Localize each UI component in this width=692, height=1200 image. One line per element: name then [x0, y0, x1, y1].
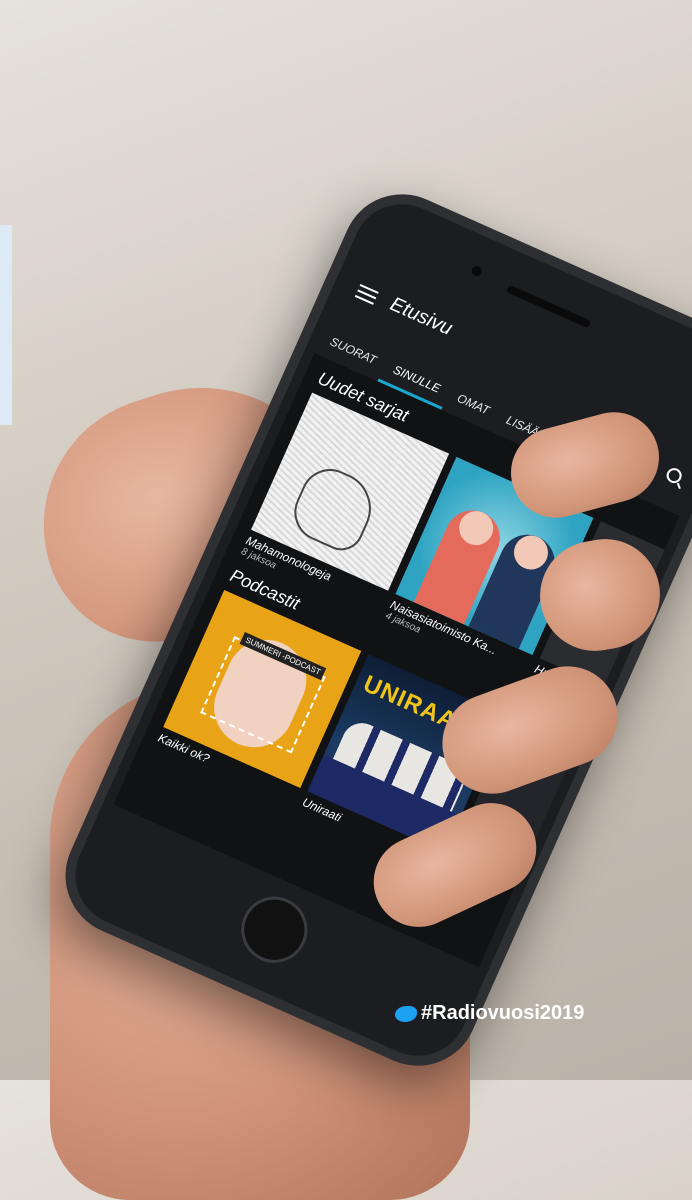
twitter-bird-icon — [395, 1005, 417, 1022]
front-camera — [470, 264, 484, 278]
home-button — [230, 886, 318, 974]
earpiece-speaker — [505, 284, 592, 329]
photo-scene: Etusivu SUORAT SINULLE OMAT LISÄÄ Uudet … — [10, 120, 692, 1200]
campaign-hashtag: #Radiovuosi2019 — [395, 1002, 584, 1025]
hashtag-text: #Radiovuosi2019 — [421, 1002, 585, 1024]
page-title: Etusivu — [386, 293, 456, 340]
slide-edge-accent — [0, 225, 12, 425]
menu-icon[interactable] — [354, 283, 379, 305]
